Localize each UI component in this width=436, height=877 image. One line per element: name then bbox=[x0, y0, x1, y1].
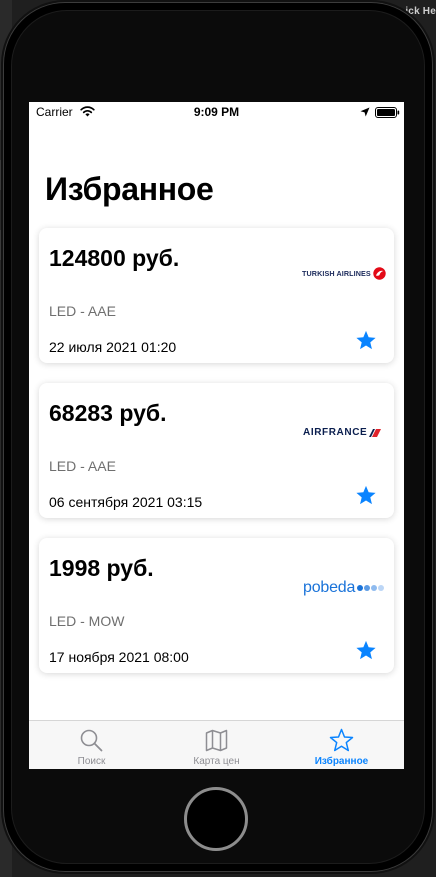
pobeda-dots-icon bbox=[356, 585, 385, 591]
tab-search[interactable]: Поиск bbox=[29, 721, 154, 769]
flight-route: LED - AAE bbox=[49, 458, 116, 474]
flight-date: 22 июля 2021 01:20 bbox=[49, 339, 177, 355]
search-icon bbox=[80, 729, 103, 752]
turkish-airlines-logo: TURKISH AIRLINES bbox=[302, 267, 386, 280]
ticket-price: 1998 руб. bbox=[49, 555, 154, 581]
map-icon bbox=[205, 729, 228, 752]
location-arrow-icon bbox=[360, 107, 370, 117]
status-time: 9:09 PM bbox=[193, 105, 240, 119]
pobeda-logo: pobeda bbox=[303, 579, 385, 597]
page-title: Избранное bbox=[45, 171, 214, 207]
favorite-card[interactable]: 68283 руб. AIRFRANCE LED - AAE 06 сентяб… bbox=[39, 383, 394, 518]
star-filled-icon[interactable] bbox=[355, 485, 377, 506]
tab-label: Поиск bbox=[77, 756, 106, 767]
air-france-stripes-icon bbox=[369, 428, 382, 437]
tab-price-map[interactable]: Карта цен bbox=[154, 721, 279, 769]
star-outline-icon bbox=[329, 728, 354, 752]
airline-name: pobeda bbox=[303, 579, 356, 596]
app-screen: Carrier 9:09 PM Избранное 124800 руб. TU… bbox=[29, 102, 404, 769]
tab-favorites[interactable]: Избранное bbox=[279, 721, 404, 769]
airline-name: TURKISH AIRLINES bbox=[302, 269, 371, 278]
home-button[interactable] bbox=[184, 787, 248, 851]
tab-label: Карта цен bbox=[193, 756, 240, 767]
tab-label: Избранное bbox=[314, 756, 369, 767]
ticket-price: 124800 руб. bbox=[49, 245, 180, 271]
ticket-price: 68283 руб. bbox=[49, 400, 167, 426]
star-filled-icon[interactable] bbox=[355, 330, 377, 351]
favorite-card[interactable]: 124800 руб. TURKISH AIRLINES LED - AAE 2… bbox=[39, 228, 394, 363]
flight-route: LED - AAE bbox=[49, 303, 116, 319]
flight-route: LED - MOW bbox=[49, 613, 125, 629]
star-filled-icon[interactable] bbox=[355, 640, 377, 661]
battery-icon bbox=[375, 107, 400, 118]
flight-date: 17 ноября 2021 08:00 bbox=[49, 649, 189, 665]
status-bar: Carrier 9:09 PM bbox=[29, 102, 404, 122]
favorite-card[interactable]: 1998 руб. pobeda LED - MOW 17 ноября 202… bbox=[39, 538, 394, 673]
turkish-airlines-emblem-icon bbox=[373, 267, 386, 280]
flight-date: 06 сентября 2021 03:15 bbox=[49, 494, 203, 510]
airline-name: AIRFRANCE bbox=[303, 427, 368, 438]
tab-bar: Поиск Карта цен Избранное bbox=[29, 720, 404, 769]
air-france-logo: AIRFRANCE bbox=[303, 427, 382, 438]
